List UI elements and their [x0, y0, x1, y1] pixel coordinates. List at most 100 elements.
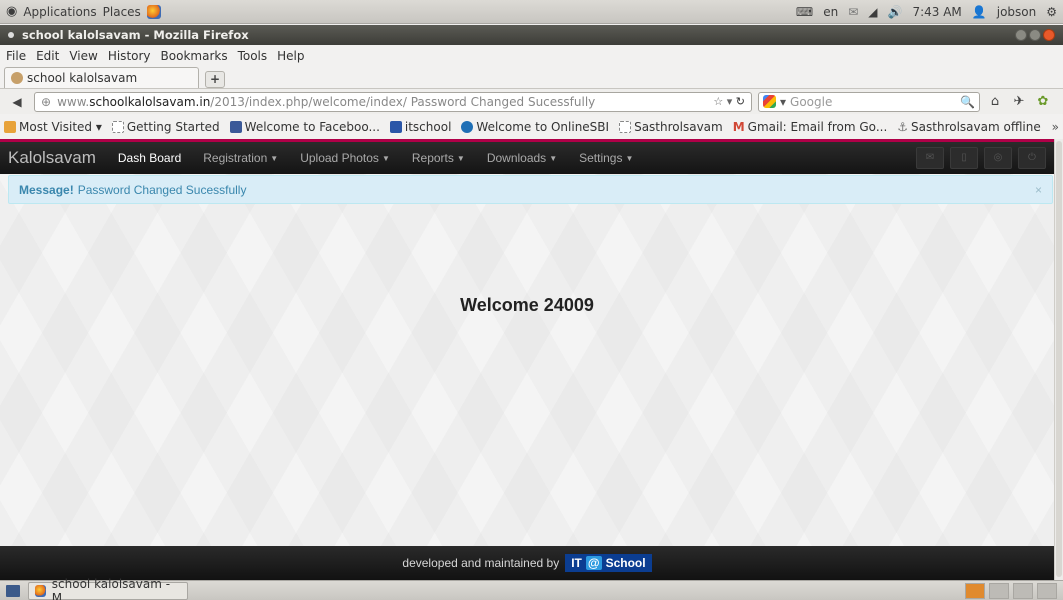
scrollbar-thumb[interactable] [1056, 141, 1062, 577]
alert-close-icon[interactable]: × [1035, 183, 1042, 197]
system-panel: ◉ Applications Places ⌨ en ✉ ◢ 🔊 7:43 AM… [0, 0, 1063, 24]
welcome-heading: Welcome 24009 [460, 295, 594, 315]
workspace-2[interactable] [989, 582, 1009, 599]
gear-icon[interactable]: ⚙ [1046, 5, 1057, 19]
menu-edit[interactable]: Edit [36, 49, 59, 63]
message-alert: Message! Password Changed Sucessfully × [8, 175, 1053, 204]
nav-settings[interactable]: Settings ▼ [579, 151, 633, 165]
back-arrow-icon[interactable]: ◀ [6, 95, 28, 109]
search-engine-dropdown-icon[interactable]: ▾ [780, 95, 786, 109]
dropdown-arrow-icon[interactable]: ▾ [727, 95, 733, 108]
navigation-bar: ◀ ⊕ www.schoolkalolsavam.in/2013/index.p… [0, 88, 1063, 114]
window-controls [1015, 29, 1055, 41]
search-bar[interactable]: ▾ Google 🔍 [758, 91, 980, 112]
page-icon [111, 120, 124, 133]
applications-menu[interactable]: Applications [23, 5, 96, 19]
minimize-button[interactable] [1015, 29, 1027, 41]
bookmark-gmail[interactable]: M Gmail: Email from Go... [733, 120, 888, 134]
nav-dash-board[interactable]: Dash Board [118, 151, 181, 165]
tab-strip: school kalolsavam + [0, 66, 1063, 88]
search-icon[interactable]: 🔍 [960, 95, 975, 109]
footer-text: developed and maintained by [402, 556, 560, 570]
bookmark-star-icon[interactable]: ☆ [713, 95, 723, 108]
home-icon[interactable]: ⌂ [986, 94, 1004, 109]
menu-help[interactable]: Help [277, 49, 304, 63]
help-icon[interactable]: ◎ [984, 147, 1012, 169]
workspace-1[interactable] [965, 582, 985, 599]
bookmark-facebook[interactable]: Welcome to Faceboo... [229, 120, 380, 134]
bookmark-sasthrolsavam[interactable]: Sasthrolsavam [619, 120, 723, 134]
nav-downloads[interactable]: Downloads ▼ [487, 151, 557, 165]
tab-school-kalolsavam[interactable]: school kalolsavam [4, 67, 199, 88]
reload-icon[interactable]: ↻ [736, 95, 745, 108]
bookmark-getting-started[interactable]: Getting Started [111, 120, 220, 134]
addon-icon[interactable]: ✈ [1010, 94, 1028, 109]
window-titlebar[interactable]: school kalolsavam - Mozilla Firefox [0, 25, 1063, 45]
bookmark-itschool[interactable]: itschool [389, 120, 451, 134]
menu-history[interactable]: History [108, 49, 151, 63]
ubuntu-logo-icon: ◉ [6, 4, 18, 19]
menu-tools[interactable]: Tools [238, 49, 268, 63]
site-navbar: Kalolsavam Dash Board Registration ▼ Uplo… [0, 139, 1054, 174]
messages-icon[interactable]: ✉ [916, 147, 944, 169]
clock[interactable]: 7:43 AM [912, 5, 961, 19]
alert-title: Message! [19, 182, 74, 197]
nav-reports[interactable]: Reports ▼ [412, 151, 465, 165]
page-scrollbar[interactable] [1054, 139, 1063, 580]
window-title: school kalolsavam - Mozilla Firefox [22, 28, 249, 42]
bookmark-onlinesbi[interactable]: Welcome to OnlineSBI [461, 120, 609, 134]
menu-view[interactable]: View [69, 49, 97, 63]
window-dot-icon [8, 32, 14, 38]
network-icon[interactable]: ◢ [868, 5, 877, 19]
folder-icon [4, 120, 16, 133]
taskbar: school kalolsavam - M... [0, 577, 1063, 600]
user-profile-icon[interactable]: ▯ [950, 147, 978, 169]
close-button[interactable] [1043, 29, 1055, 41]
extension-icon[interactable]: ✿ [1034, 94, 1052, 109]
caret-down-icon: ▼ [270, 153, 279, 163]
mail-icon[interactable]: ✉ [848, 5, 858, 19]
firefox-launcher-icon[interactable] [146, 4, 161, 19]
offline-icon: ⚓ [897, 119, 909, 134]
logout-icon[interactable]: ⏻ [1018, 147, 1046, 169]
bookmarks-overflow-icon[interactable]: » [1052, 120, 1059, 134]
menu-file[interactable]: File [6, 49, 26, 63]
workspace-switcher [965, 582, 1057, 599]
url-actions: ☆ ▾ ↻ [713, 95, 745, 108]
taskbar-firefox-window[interactable]: school kalolsavam - M... [28, 577, 188, 600]
itschool-icon [389, 120, 402, 133]
new-tab-button[interactable]: + [205, 71, 225, 88]
nav-upload-photos[interactable]: Upload Photos ▼ [300, 151, 390, 165]
site-footer: developed and maintained by IT @ School [0, 546, 1054, 580]
sbi-icon [461, 120, 474, 133]
caret-down-icon: ▼ [549, 153, 558, 163]
keyboard-layout[interactable]: en [823, 5, 838, 19]
maximize-button[interactable] [1029, 29, 1041, 41]
page-icon [619, 120, 632, 133]
search-input[interactable]: Google [790, 95, 832, 109]
it-school-logo[interactable]: IT @ School [565, 554, 652, 572]
volume-icon[interactable]: 🔊 [888, 5, 903, 19]
show-desktop-icon[interactable] [6, 584, 20, 597]
site-brand[interactable]: Kalolsavam [8, 148, 96, 168]
bookmarks-bar: Most Visited ▾ Getting Started Welcome t… [0, 115, 1063, 138]
keyboard-icon[interactable]: ⌨ [796, 5, 813, 19]
globe-icon: ⊕ [41, 94, 52, 109]
gmail-icon: M [732, 119, 745, 134]
user-name[interactable]: jobson [997, 5, 1037, 19]
menu-bookmarks[interactable]: Bookmarks [161, 49, 228, 63]
facebook-icon [229, 120, 242, 133]
workspace-4[interactable] [1037, 582, 1057, 599]
nav-registration[interactable]: Registration ▼ [203, 151, 278, 165]
user-icon[interactable]: 👤 [972, 5, 987, 19]
caret-down-icon: ▼ [456, 153, 465, 163]
firefox-icon [35, 584, 46, 597]
places-menu[interactable]: Places [103, 5, 141, 19]
bookmark-most-visited[interactable]: Most Visited ▾ [4, 120, 102, 134]
tab-label: school kalolsavam [27, 71, 138, 85]
caret-down-icon: ▼ [625, 153, 634, 163]
workspace-3[interactable] [1013, 582, 1033, 599]
url-bar[interactable]: ⊕ www.schoolkalolsavam.in/2013/index.php… [34, 91, 752, 112]
google-icon[interactable] [763, 95, 776, 108]
bookmark-sasthrolsavam-offline[interactable]: ⚓ Sasthrolsavam offline [897, 120, 1040, 134]
